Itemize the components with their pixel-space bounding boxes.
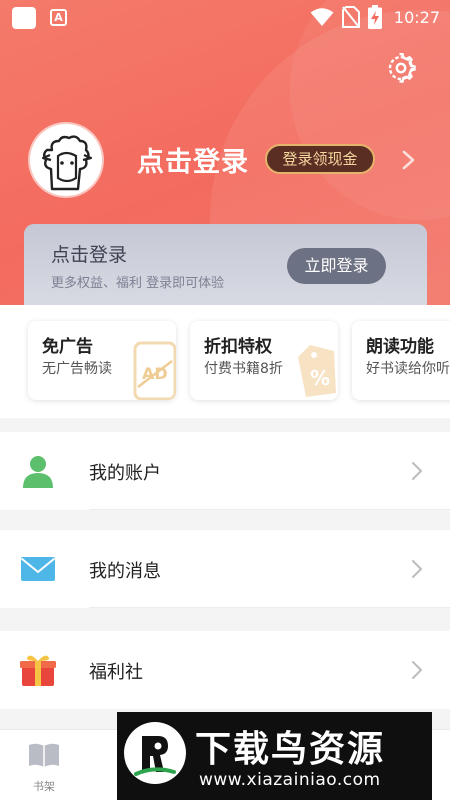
perk-card-discount[interactable]: 折扣特权 付费书籍8折 % <box>190 321 338 400</box>
login-title[interactable]: 点击登录 <box>137 140 249 179</box>
message-icon <box>20 557 56 581</box>
svg-text:%: % <box>310 366 330 390</box>
perk-subtitle: 付费书籍8折 <box>204 361 283 377</box>
discount-tag-icon: % <box>298 345 336 397</box>
menu-row-account[interactable]: 我的账户 <box>0 432 450 510</box>
status-right: 10:27 <box>310 5 440 29</box>
a-letter-icon: A <box>50 9 67 26</box>
status-bar: A 10:27 <box>0 0 450 34</box>
no-sim-icon <box>341 6 360 28</box>
menu-label: 我的账户 <box>89 463 161 484</box>
watermark-url: www.xiazainiao.com <box>199 770 381 790</box>
sheep-avatar-icon[interactable] <box>30 124 102 196</box>
chevron-right-icon <box>412 560 422 578</box>
login-cash-badge[interactable]: 登录领现金 <box>265 144 375 174</box>
profile-header: A 10:27 点击登录 登录领现金 点击登录 更多权益、福利 登录即可体验 立… <box>0 0 450 305</box>
clock: 10:27 <box>393 7 440 27</box>
gear-icon[interactable] <box>386 53 416 83</box>
perk-card-ad-free[interactable]: 免广告 无广告畅读 AD <box>28 321 176 400</box>
menu-row-messages[interactable]: 我的消息 <box>0 530 450 608</box>
menu-row-welfare[interactable]: 福利社 <box>0 631 450 709</box>
bookshelf-icon <box>29 743 59 767</box>
watermark-banner: 下载鸟资源 www.xiazainiao.com <box>117 712 432 800</box>
vip-login-card[interactable]: 点击登录 更多权益、福利 登录即可体验 立即登录 <box>24 224 427 305</box>
account-icon <box>23 456 53 488</box>
perk-title: 折扣特权 <box>204 337 272 357</box>
chevron-right-icon[interactable] <box>398 149 418 171</box>
tab-bookshelf[interactable]: 书架 <box>22 742 66 794</box>
perks-strip: 免广告 无广告畅读 AD 折扣特权 付费书籍8折 % 朗读功能 好书读给你听 <box>0 305 450 418</box>
notification-square-icon <box>12 7 36 29</box>
login-now-button[interactable]: 立即登录 <box>287 248 386 284</box>
tab-label: 书架 <box>33 780 55 793</box>
battery-charging-icon <box>367 5 382 29</box>
perk-subtitle: 好书读给你听 <box>366 361 450 377</box>
chevron-right-icon <box>412 661 422 679</box>
watermark-title: 下载鸟资源 <box>195 729 386 770</box>
perk-subtitle: 无广告畅读 <box>42 361 112 377</box>
perk-title: 免广告 <box>42 337 93 357</box>
vip-card-title: 点击登录 <box>51 244 128 266</box>
chevron-right-icon <box>412 462 422 480</box>
perk-card-read-aloud[interactable]: 朗读功能 好书读给你听 <box>352 321 450 400</box>
ad-free-icon: AD <box>133 341 176 400</box>
wifi-icon <box>310 8 334 26</box>
divider <box>89 607 450 608</box>
gift-icon <box>20 655 56 686</box>
divider <box>89 509 450 510</box>
vip-card-subtitle: 更多权益、福利 登录即可体验 <box>51 276 225 291</box>
menu-label: 我的消息 <box>89 561 161 582</box>
perk-title: 朗读功能 <box>366 337 434 357</box>
menu-label: 福利社 <box>89 662 143 683</box>
watermark-logo <box>124 722 186 784</box>
